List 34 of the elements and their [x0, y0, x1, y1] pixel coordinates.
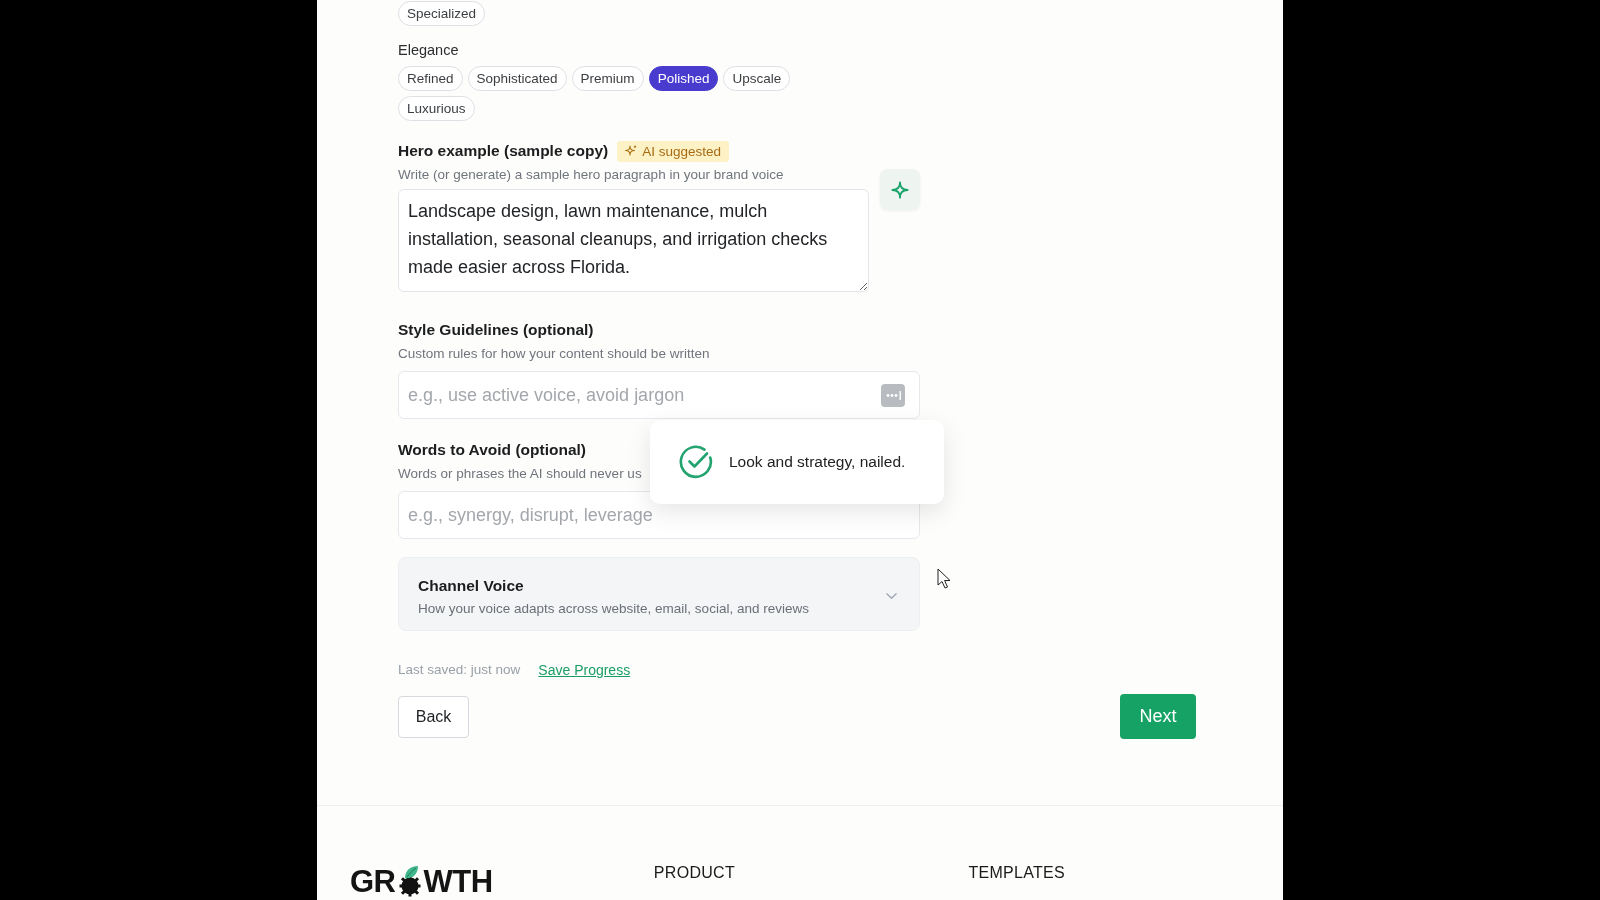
- logo-text: WTH: [423, 865, 493, 898]
- sparkles-icon: [625, 145, 638, 157]
- tag-chip[interactable]: Sophisticated: [467, 66, 567, 91]
- field-label: Words to Avoid (optional): [398, 440, 586, 460]
- tag-chip[interactable]: Specialized: [398, 1, 486, 26]
- field-hint: Words or phrases the AI should never us: [398, 465, 642, 483]
- generate-button[interactable]: [880, 169, 920, 210]
- chevron-icon[interactable]: [886, 593, 897, 599]
- group-label: Elegance: [398, 41, 459, 60]
- badge-label: AI suggested: [642, 143, 721, 159]
- tag-chip[interactable]: Upscale: [723, 66, 791, 91]
- toast-message: Look and strategy, nailed.: [729, 453, 906, 471]
- field-hint: Custom rules for how your content should be written: [398, 345, 710, 363]
- sparkle-icon: [891, 180, 909, 199]
- footer-heading: TEMPLATES: [968, 864, 1066, 881]
- card-subtitle: How your voice adapts across website, email, social, and reviews: [418, 600, 809, 618]
- dots-icon[interactable]: [881, 384, 905, 407]
- tag-chip[interactable]: Luxurious: [398, 96, 475, 121]
- tag-chip[interactable]: Polished: [648, 66, 719, 91]
- pointer-cursor-icon: [937, 568, 951, 589]
- logo-text: GR: [350, 865, 396, 898]
- back-button[interactable]: Back: [398, 695, 469, 738]
- field-label: Style Guidelines (optional): [398, 320, 594, 340]
- style-guidelines-input[interactable]: e.g., use active voice, avoid jargon: [398, 371, 920, 419]
- hero-textarea[interactable]: Landscape design, lawn maintenance, mulch installation, seasonal cleanups, and irrigation checks made easier across Florida.: [398, 189, 869, 292]
- field-label: Hero example (sample copy): [398, 141, 609, 161]
- footer-heading: PRODUCT: [653, 864, 736, 881]
- channel-voice-card[interactable]: Channel Voice How your voice adapts across website, email, social, and reviews: [398, 557, 920, 631]
- card-title: Channel Voice: [418, 576, 524, 596]
- field-hint: Write (or generate) a sample hero paragraph in your brand voice: [398, 166, 784, 184]
- check-circle-icon: [679, 445, 713, 479]
- save-status: Last saved: just now: [398, 661, 521, 679]
- tag-chip[interactable]: Refined: [398, 66, 463, 91]
- tag-chip[interactable]: Premium: [571, 66, 644, 91]
